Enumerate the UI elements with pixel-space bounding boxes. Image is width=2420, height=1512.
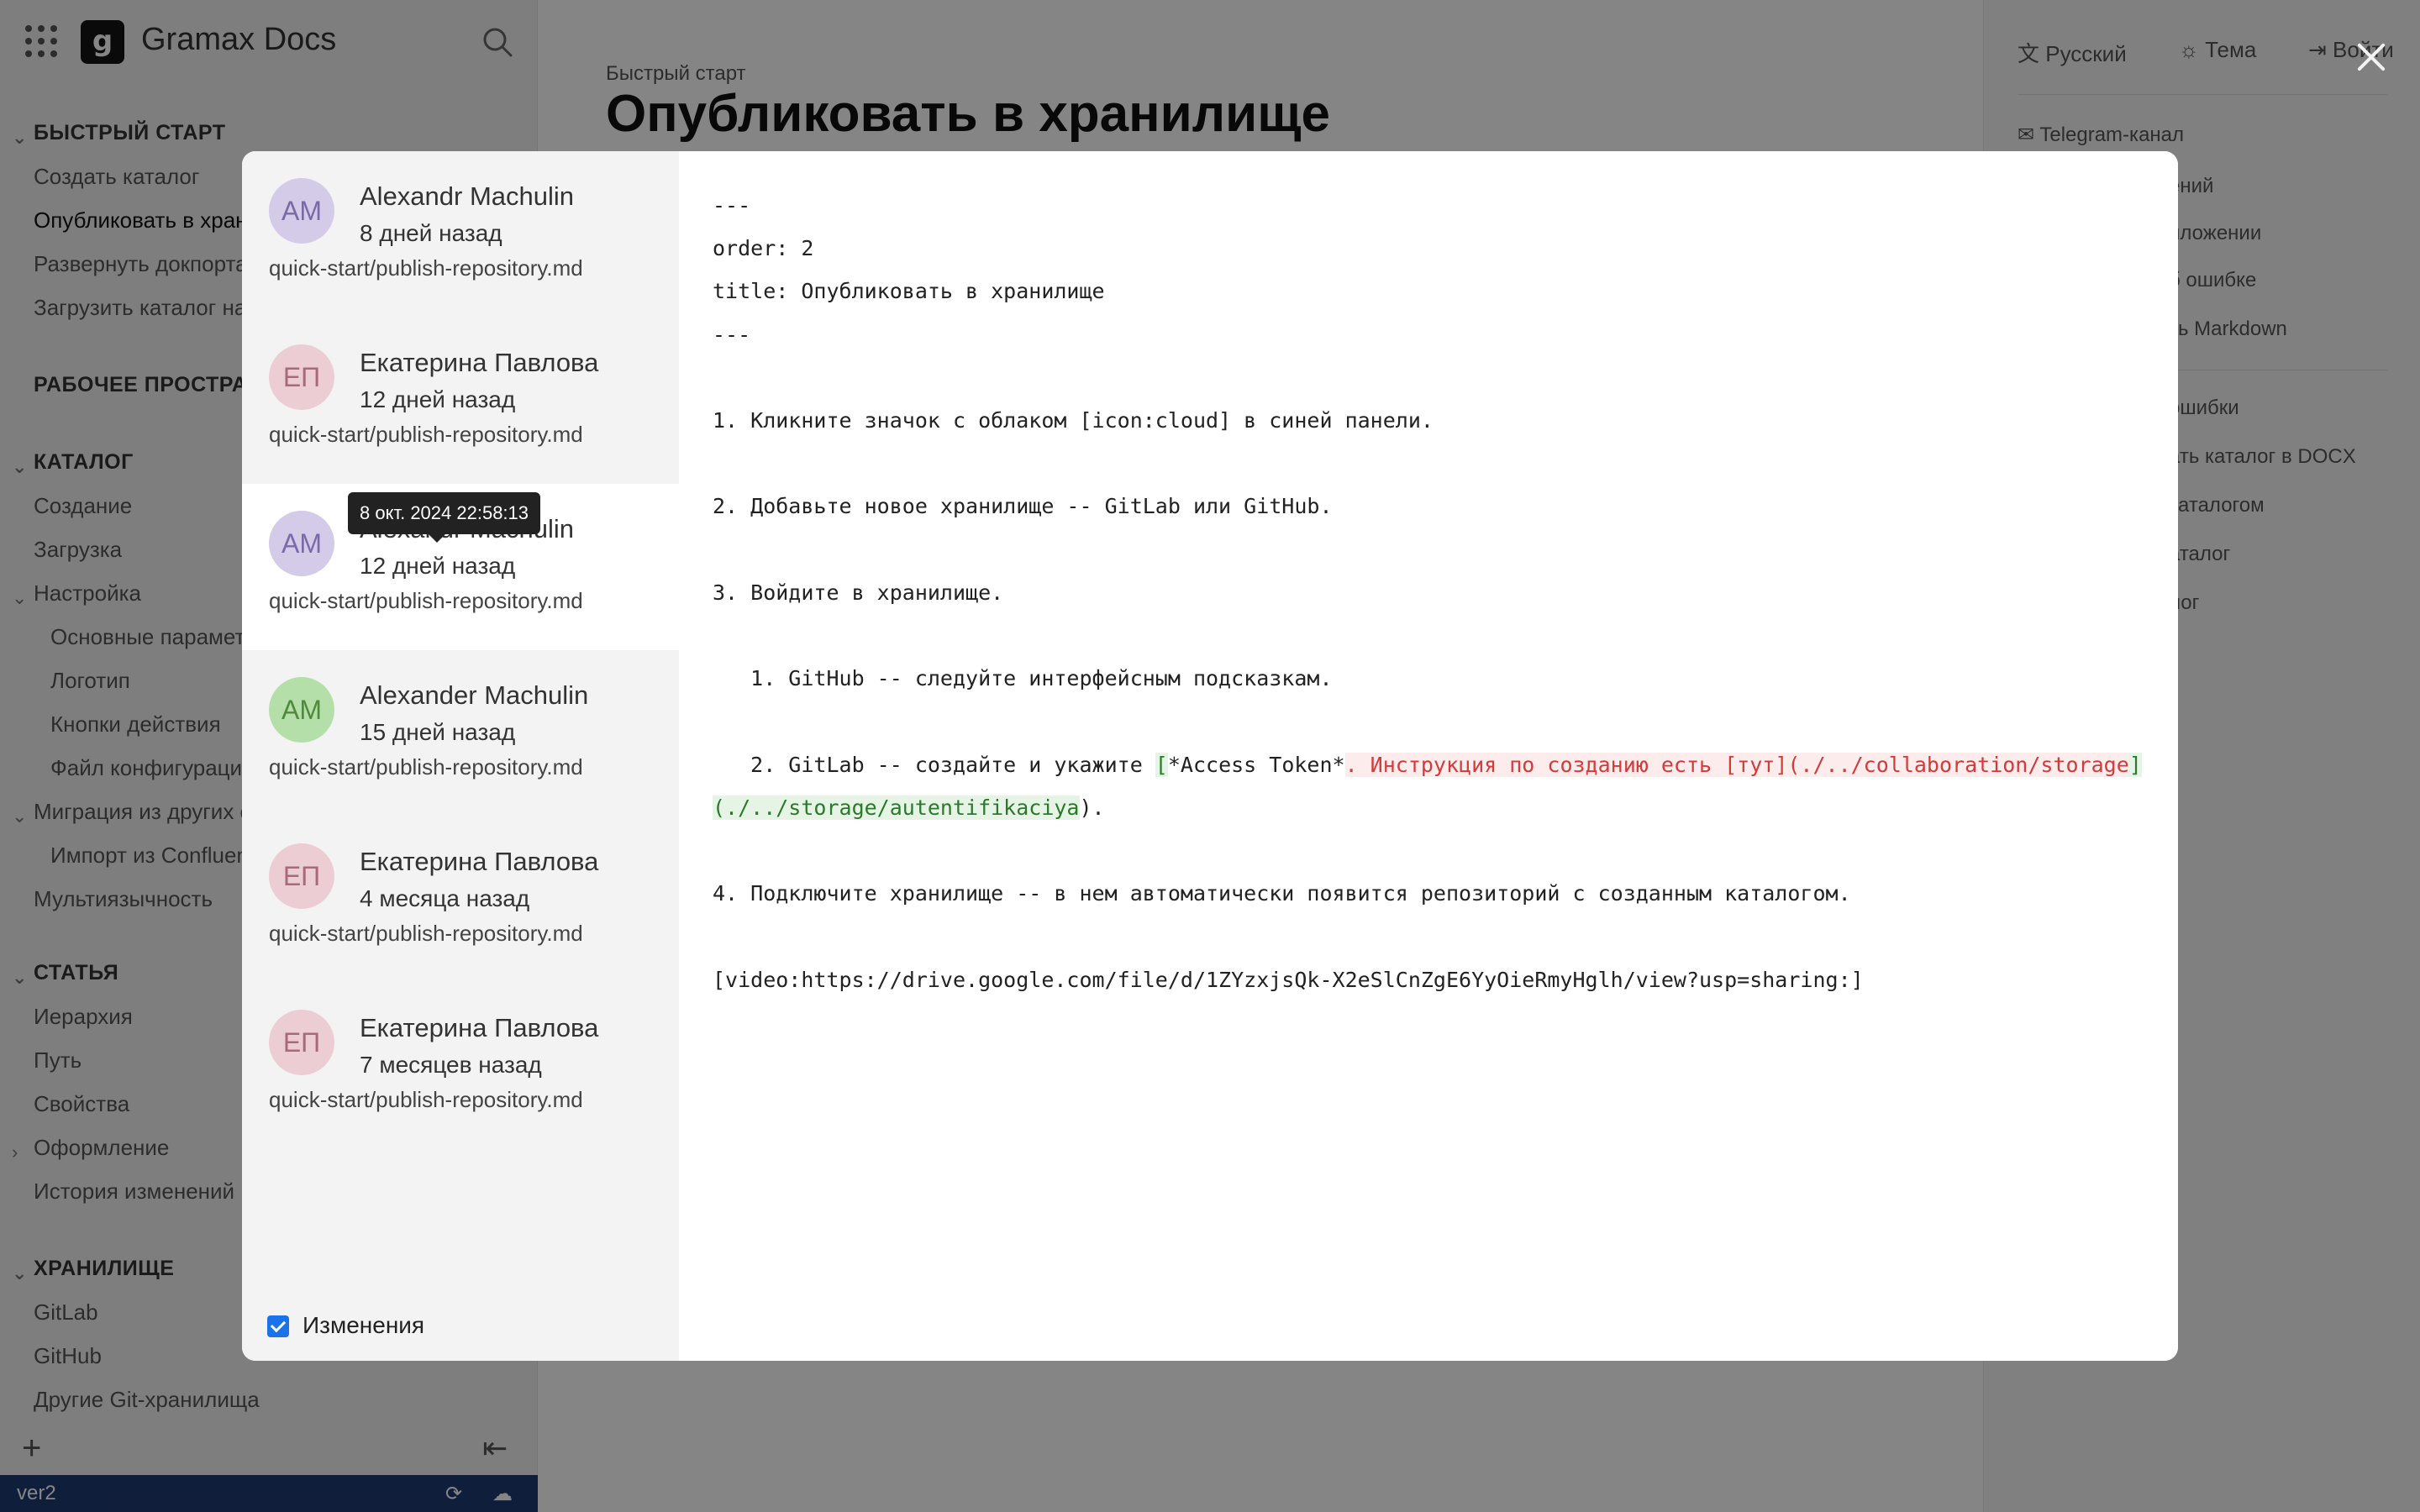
commit-author: Alexandr Machulin <box>360 181 575 211</box>
code-text: ). <box>1079 795 1105 820</box>
code-text: 1. GitHub -- следуйте интерфейсным подск… <box>713 666 1333 691</box>
code-line: 1. Кликните значок с облаком [icon:cloud… <box>713 408 1434 433</box>
commit-item[interactable]: ЕП Екатерина Павлова 7 месяцев назад quick-… <box>242 983 679 1149</box>
code-text: 1. Кликните значок с облаком [icon:cloud… <box>713 408 1434 433</box>
commit-author: Alexander Machulin <box>360 680 589 710</box>
code-text: 2. Добавьте новое хранилище -- GitLab ил… <box>713 494 1333 519</box>
code-text: order: 2 <box>713 236 814 261</box>
commit-item[interactable]: ЕП Екатерина Павлова 12 дней назад quick-st… <box>242 318 679 484</box>
commit-item[interactable]: АМ Alexandr Machulin 8 дней назад quick-sta… <box>242 151 679 318</box>
code-line: --- <box>713 323 750 347</box>
code-text: 3. Войдите в хранилище. <box>713 580 1004 605</box>
commit-author: Екатерина Павлова <box>360 1013 599 1042</box>
commit-time: 4 месяца назад <box>360 885 530 911</box>
commit-time: 12 дней назад <box>360 553 516 579</box>
code-line: 1. GitHub -- следуйте интерфейсным подск… <box>713 666 1333 691</box>
code-line: 2. GitLab -- создайте и укажите [*Access… <box>713 752 2142 777</box>
diff-added: (./../storage/autentifikaciya <box>713 795 1080 820</box>
commit-time: 12 дней назад <box>360 386 516 412</box>
avatar: ЕП <box>269 344 334 410</box>
avatar: АМ <box>269 178 334 244</box>
code-text: *Access Token* <box>1167 752 1345 777</box>
commit-path: quick-start/publish-repository.md <box>269 588 583 613</box>
code-line: order: 2 <box>713 236 813 260</box>
commit-time: 15 дней назад <box>360 719 516 745</box>
code-line: 3. Войдите в хранилище. <box>713 580 1003 605</box>
code-line: (./../storage/autentifikaciya). <box>713 795 1105 820</box>
changes-label: Изменения <box>302 1312 425 1338</box>
commit-path: quick-start/publish-repository.md <box>269 1087 583 1112</box>
commit-author: Екатерина Павлова <box>360 348 599 377</box>
avatar: АМ <box>269 677 334 743</box>
code-text: 4. Подключите хранилище -- в нем автомат… <box>713 881 1851 906</box>
code-line: --- <box>713 193 750 218</box>
commit-time: 8 дней назад <box>360 220 502 246</box>
diff-view: --- order: 2 title: Опубликовать в хранили… <box>679 151 2178 1361</box>
code-text: [video:https://drive.google.com/file/d/1… <box>713 967 1864 992</box>
avatar: ЕП <box>269 843 334 909</box>
commit-path: quick-start/publish-repository.md <box>269 921 583 946</box>
history-modal: АМ Alexandr Machulin 8 дней назад quick-sta… <box>242 151 2178 1361</box>
code-text: 2. GitLab -- создайте и укажите <box>713 752 1155 777</box>
code-line: 4. Подключите хранилище -- в нем автомат… <box>713 881 1851 906</box>
avatar: ЕП <box>269 1010 334 1075</box>
date-tooltip: 8 окт. 2024 22:58:13 <box>348 492 541 543</box>
commit-list: АМ Alexandr Machulin 8 дней назад quick-sta… <box>242 151 679 1361</box>
code-line: title: Опубликовать в хранилище <box>713 279 1105 303</box>
commit-path: quick-start/publish-repository.md <box>269 754 583 780</box>
code-text: title: Опубликовать в хранилище <box>713 279 1105 304</box>
commit-path: quick-start/publish-repository.md <box>269 255 583 281</box>
code-line: 2. Добавьте новое хранилище -- GitLab ил… <box>713 494 1333 518</box>
code-line: [video:https://drive.google.com/file/d/1… <box>713 968 1864 992</box>
changes-checkbox[interactable] <box>267 1315 289 1337</box>
diff-removed: . Инструкция по созданию есть [тут](./..… <box>1344 752 2129 777</box>
commit-item[interactable]: ЕП Екатерина Павлова 4 месяца назад quick-s… <box>242 816 679 983</box>
code-text: --- <box>713 193 751 218</box>
diff-added: ] <box>2128 752 2142 777</box>
close-icon[interactable] <box>2353 39 2390 76</box>
diff-added: [ <box>1155 752 1168 777</box>
commit-time: 7 месяцев назад <box>360 1052 542 1078</box>
commit-author: Екатерина Павлова <box>360 847 599 876</box>
commit-item[interactable]: АМ Alexander Machulin 15 дней назад quick-s… <box>242 650 679 816</box>
code-text: --- <box>713 322 751 347</box>
commit-path: quick-start/publish-repository.md <box>269 422 583 447</box>
avatar: АМ <box>269 511 334 576</box>
